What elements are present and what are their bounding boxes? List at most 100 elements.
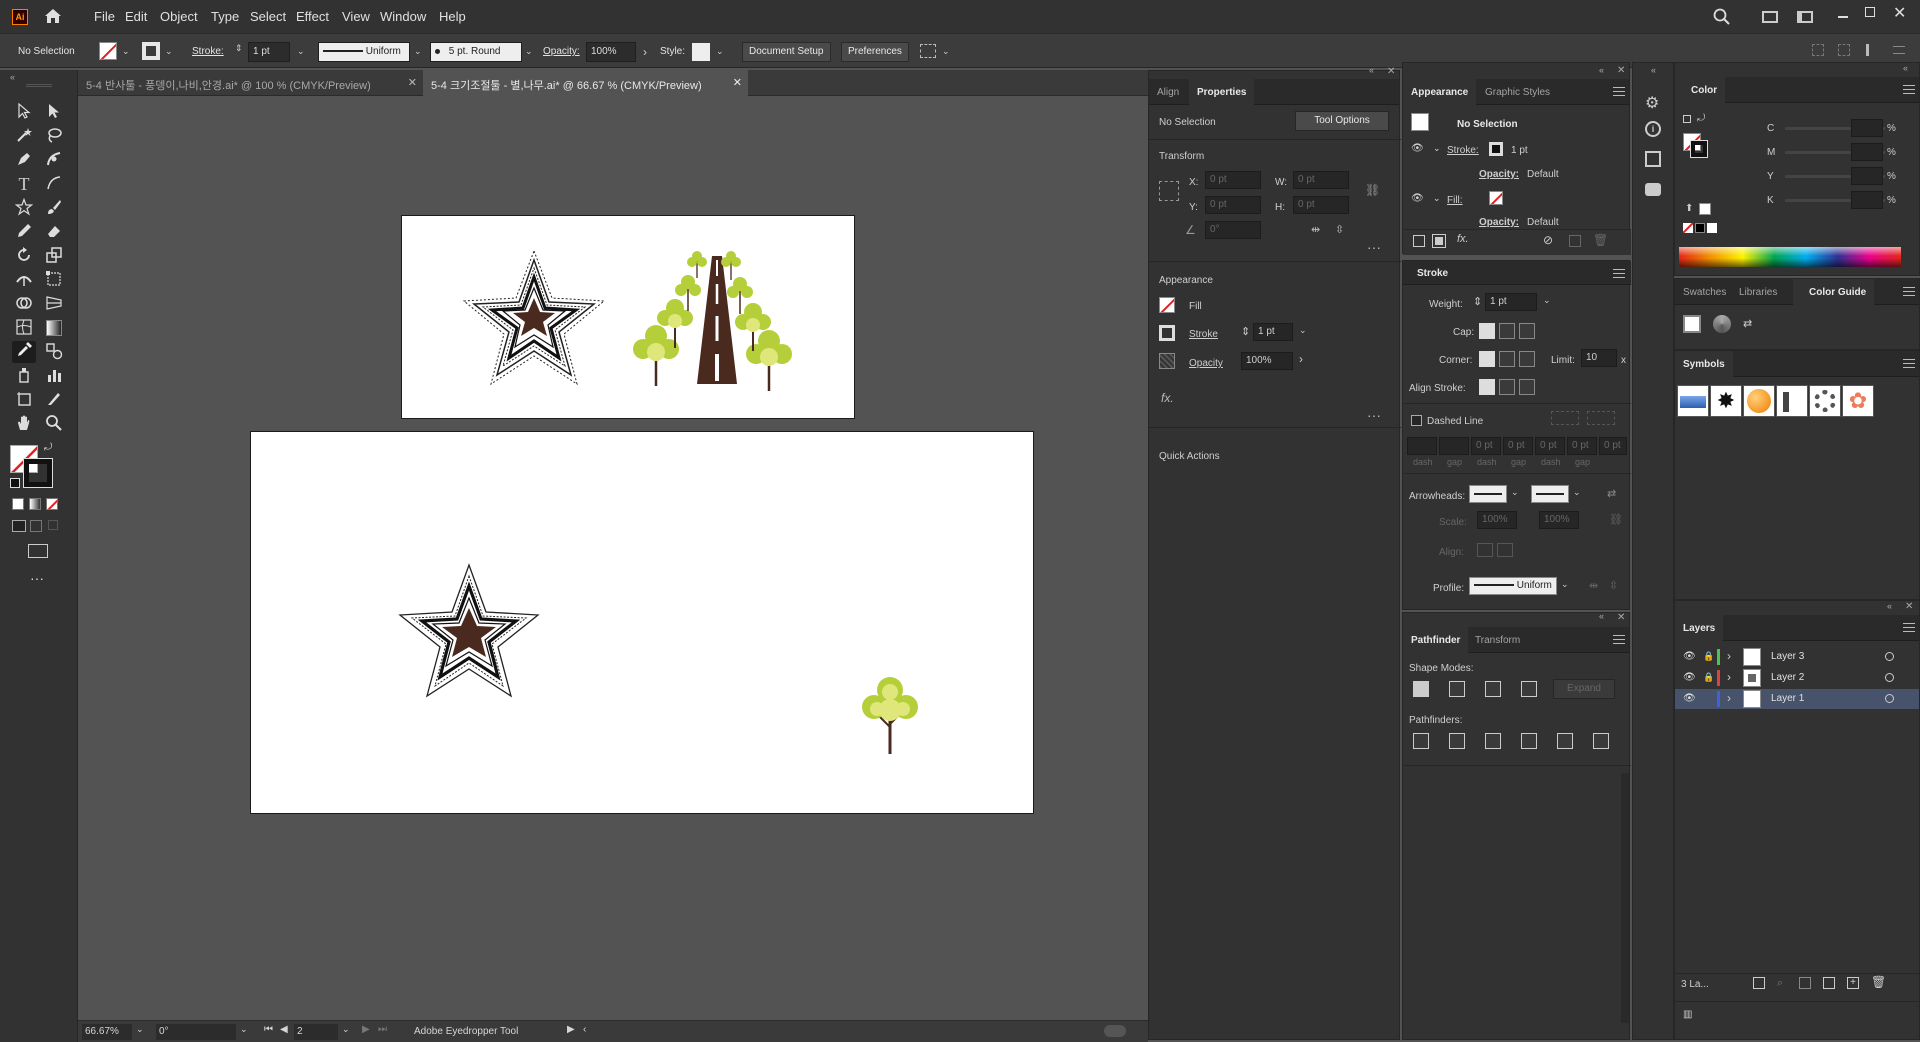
- make-clipping-mask-icon[interactable]: [1799, 977, 1811, 989]
- opacity-label[interactable]: Opacity:: [1479, 217, 1519, 228]
- libraries-icon[interactable]: ▥: [1683, 1009, 1692, 1020]
- tab-libraries[interactable]: Libraries: [1731, 279, 1785, 305]
- draw-behind-icon[interactable]: [30, 520, 42, 532]
- stroke-weight-input[interactable]: 1 pt: [1253, 323, 1293, 341]
- hand-tool-icon[interactable]: [14, 414, 34, 434]
- next-artboard-icon[interactable]: ▶: [362, 1024, 370, 1035]
- workspace-icon[interactable]: [1797, 11, 1813, 23]
- stepper-icon[interactable]: ⇕: [1241, 325, 1250, 338]
- swap-colors-icon[interactable]: ⤾: [1697, 113, 1705, 124]
- star-artwork[interactable]: [394, 562, 544, 702]
- perspective-grid-tool-icon[interactable]: [44, 294, 64, 314]
- toolbar-grip[interactable]: [26, 84, 52, 87]
- panel-menu-icon[interactable]: [1903, 85, 1915, 94]
- zoom-tool-icon[interactable]: [44, 414, 64, 434]
- width-tool-icon[interactable]: [14, 270, 34, 290]
- slice-tool-icon[interactable]: [44, 390, 64, 410]
- artboard-2[interactable]: [250, 431, 1034, 814]
- constrain-proportions-icon[interactable]: ⛓: [1365, 183, 1380, 197]
- symbol-flower[interactable]: ✿: [1842, 385, 1874, 417]
- gradient-tool-icon[interactable]: [44, 318, 64, 338]
- start-arrowhead-select[interactable]: [1469, 485, 1507, 503]
- color-spectrum[interactable]: [1679, 247, 1901, 267]
- add-fill-icon[interactable]: [1432, 234, 1446, 248]
- export-for-screens-icon[interactable]: [1753, 977, 1765, 989]
- chevron-down-icon[interactable]: ⌄: [1299, 325, 1307, 336]
- dashed-line-checkbox[interactable]: [1411, 415, 1422, 426]
- out-of-gamut-icon[interactable]: ⬆: [1685, 203, 1693, 214]
- lock-icon[interactable]: 🔒: [1703, 672, 1714, 683]
- more-options-icon[interactable]: ···: [1367, 239, 1381, 255]
- comments-icon[interactable]: [1645, 183, 1661, 196]
- panel-menu-icon[interactable]: [1613, 87, 1625, 96]
- delete-icon[interactable]: 🗑: [1871, 975, 1886, 989]
- start-scale-input[interactable]: 100%: [1477, 511, 1517, 529]
- pencil-tool-icon[interactable]: [14, 222, 34, 242]
- miter-join-icon[interactable]: [1479, 351, 1495, 367]
- opacity-swatch[interactable]: [1159, 353, 1175, 369]
- channel-c-input[interactable]: [1851, 119, 1883, 137]
- blend-tool-icon[interactable]: [44, 342, 64, 362]
- type-tool-icon[interactable]: T: [14, 174, 34, 194]
- fill-label[interactable]: Fill:: [1447, 195, 1463, 206]
- menu-effect[interactable]: Effect: [296, 9, 329, 24]
- weight-input[interactable]: 1 pt: [1485, 293, 1537, 311]
- visibility-eye-icon[interactable]: 👁: [1411, 143, 1424, 154]
- fx-icon[interactable]: fx.: [1161, 391, 1174, 405]
- collapse-panel-icon[interactable]: «: [1599, 611, 1604, 621]
- none-mode-icon[interactable]: [46, 498, 58, 510]
- align-inside-icon[interactable]: [1499, 379, 1515, 395]
- forest-road-artwork[interactable]: [627, 246, 807, 396]
- gap-input[interactable]: 0 pt: [1567, 437, 1597, 455]
- chevron-down-icon[interactable]: ⌄: [1561, 579, 1569, 590]
- dash-input[interactable]: [1407, 437, 1437, 455]
- stepper-icon[interactable]: ⇕: [1473, 295, 1482, 308]
- projecting-cap-icon[interactable]: [1519, 323, 1535, 339]
- stroke-swatch[interactable]: [1489, 142, 1503, 156]
- target-icon[interactable]: [1885, 673, 1894, 682]
- menu-edit[interactable]: Edit: [125, 9, 147, 24]
- chevron-down-icon[interactable]: ⌄: [297, 46, 305, 57]
- h-input[interactable]: 0 pt: [1293, 196, 1349, 214]
- menu-view[interactable]: View: [342, 9, 370, 24]
- mesh-tool-icon[interactable]: [14, 318, 34, 338]
- rotate-tool-icon[interactable]: [14, 246, 34, 266]
- flip-across-icon[interactable]: ⇳: [1609, 579, 1618, 592]
- document-setup-button[interactable]: Document Setup: [742, 42, 831, 62]
- bevel-join-icon[interactable]: [1519, 351, 1535, 367]
- chevron-right-icon[interactable]: ›: [1727, 670, 1731, 684]
- chevron-right-icon[interactable]: ›: [643, 45, 647, 59]
- align-dashes-icon[interactable]: [1587, 411, 1615, 425]
- line-segment-tool-icon[interactable]: [44, 174, 64, 194]
- distribute-icon[interactable]: [1866, 44, 1880, 56]
- symbol-ring[interactable]: [1809, 385, 1841, 417]
- eraser-tool-icon[interactable]: [44, 222, 64, 242]
- menu-object[interactable]: Object: [160, 9, 198, 24]
- minus-front-icon[interactable]: [1449, 681, 1465, 697]
- panel-menu-icon[interactable]: [1893, 46, 1905, 54]
- chevron-down-icon[interactable]: ⌄: [525, 46, 533, 57]
- style-swatch[interactable]: [692, 43, 710, 61]
- chevron-down-icon[interactable]: ⌄: [1433, 193, 1441, 204]
- menu-help[interactable]: Help: [439, 9, 466, 24]
- fill-swatch[interactable]: [99, 42, 117, 60]
- chevron-down-icon[interactable]: ⌄: [716, 46, 724, 57]
- channel-k-input[interactable]: [1851, 191, 1883, 209]
- last-artboard-icon[interactable]: ⏭: [378, 1024, 387, 1035]
- collapse-panel-icon[interactable]: «: [10, 72, 15, 82]
- fill-swatch[interactable]: [1489, 191, 1503, 205]
- opacity-label[interactable]: Opacity: [1189, 358, 1223, 369]
- target-icon[interactable]: [1885, 652, 1894, 661]
- panel-menu-icon[interactable]: [1903, 287, 1915, 296]
- arrow-tip-at-end-icon[interactable]: [1497, 543, 1513, 557]
- harmony-rules-icon[interactable]: [1713, 315, 1731, 333]
- export-icon[interactable]: [1645, 151, 1661, 167]
- shape-builder-tool-icon[interactable]: [14, 294, 34, 314]
- minimize-button[interactable]: [1838, 16, 1848, 18]
- symbol-torn-paper[interactable]: [1776, 385, 1808, 417]
- lock-icon[interactable]: 🔒: [1703, 651, 1714, 662]
- rotation-field[interactable]: 0°: [156, 1024, 236, 1040]
- close-icon[interactable]: ✕: [1905, 601, 1913, 612]
- arrow-tip-beyond-icon[interactable]: [1477, 543, 1493, 557]
- chevron-down-icon[interactable]: ⌄: [342, 1024, 350, 1035]
